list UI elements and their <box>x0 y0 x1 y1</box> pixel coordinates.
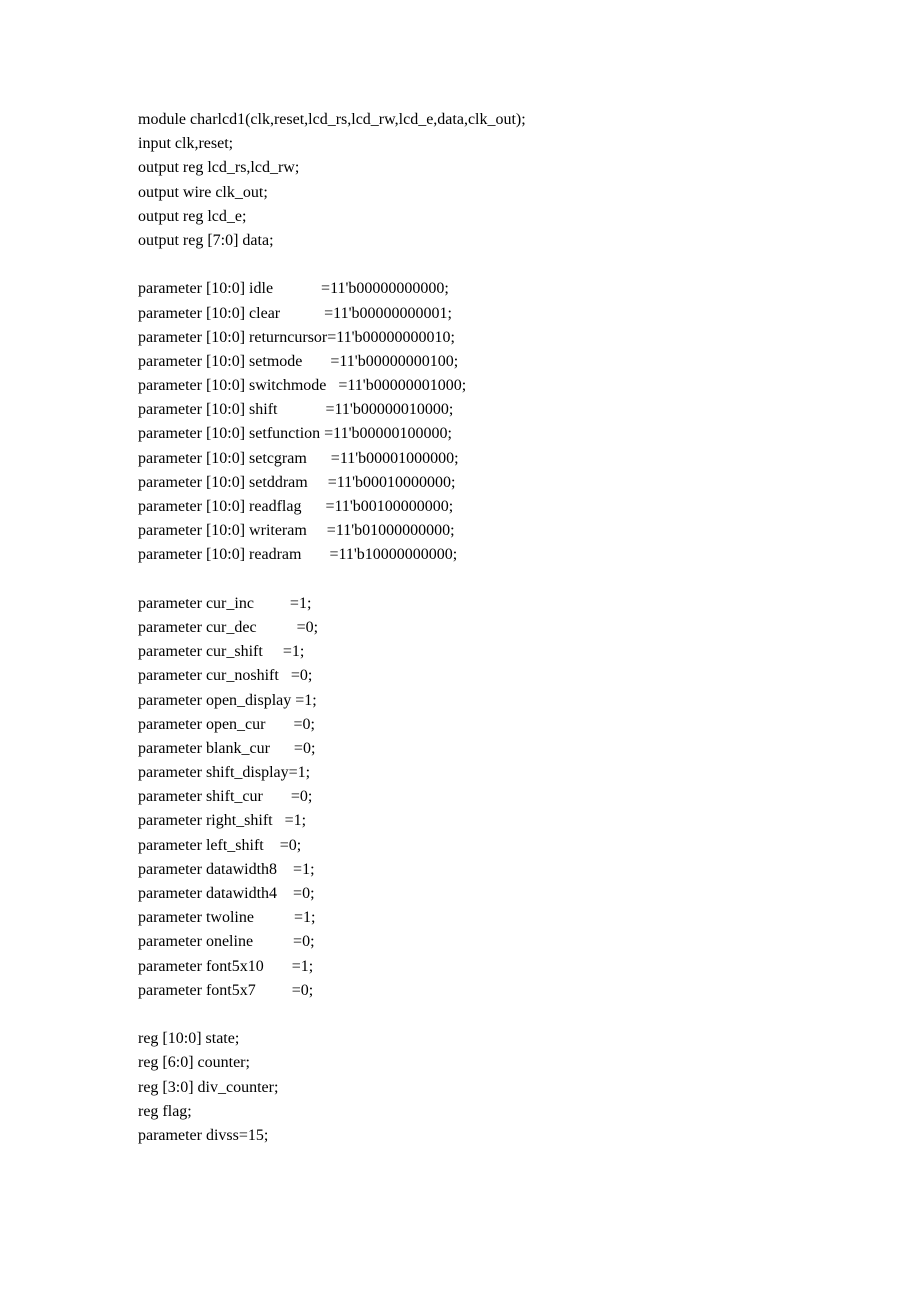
code-line: reg [10:0] state; <box>138 1030 240 1048</box>
code-line: parameter twoline =1; <box>138 909 316 927</box>
code-line: parameter [10:0] setcgram =11'b000010000… <box>138 449 459 467</box>
code-line: parameter oneline =0; <box>138 933 315 951</box>
code-line: parameter font5x7 =0; <box>138 981 314 999</box>
register-declaration-block: reg [10:0] state; reg [6:0] counter; reg [… <box>138 1027 878 1148</box>
code-line: parameter font5x10 =1; <box>138 957 314 975</box>
code-line: parameter divss=15; <box>138 1126 269 1144</box>
code-line: parameter [10:0] setmode =11'b0000000010… <box>138 352 459 370</box>
code-line: parameter right_shift =1; <box>138 812 307 830</box>
module-declaration-block: module charlcd1(clk,reset,lcd_rs,lcd_rw,… <box>138 108 878 253</box>
code-line: parameter [10:0] setfunction =11'b000001… <box>138 425 452 443</box>
code-line: parameter [10:0] setddram =11'b000100000… <box>138 473 456 491</box>
code-line: parameter open_display =1; <box>138 691 317 709</box>
code-line: parameter shift_cur =0; <box>138 788 313 806</box>
code-line: parameter [10:0] clear =11'b00000000001; <box>138 304 452 322</box>
code-line: output reg lcd_rs,lcd_rw; <box>138 159 300 177</box>
code-line: parameter [10:0] shift =11'b00000010000; <box>138 401 454 419</box>
control-parameter-block: parameter cur_inc =1; parameter cur_dec =… <box>138 592 878 1003</box>
code-line: output reg [7:0] data; <box>138 231 274 249</box>
code-line: parameter datawidth4 =0; <box>138 885 315 902</box>
code-line: output wire clk_out; <box>138 183 268 201</box>
document-page: module charlcd1(clk,reset,lcd_rs,lcd_rw,… <box>0 0 920 1302</box>
code-line: output reg lcd_e; <box>138 207 247 225</box>
code-line: parameter cur_shift =1; <box>138 643 305 661</box>
code-line: parameter blank_cur =0; <box>138 739 316 757</box>
code-line: parameter [10:0] readram =11'b1000000000… <box>138 546 458 564</box>
code-line: parameter cur_inc =1; <box>138 594 312 612</box>
code-line: parameter [10:0] writeram =11'b010000000… <box>138 522 455 540</box>
code-line: parameter [10:0] switchmode =11'b0000000… <box>138 377 467 395</box>
code-line: parameter [10:0] idle =11'b00000000000; <box>138 280 449 298</box>
code-line: parameter left_shift =0; <box>138 836 302 854</box>
code-line: reg [3:0] div_counter; <box>138 1078 279 1096</box>
code-line: parameter [10:0] returncursor=11'b000000… <box>138 328 455 346</box>
code-line: parameter cur_noshift =0; <box>138 667 313 685</box>
code-line: parameter datawidth8 =1; <box>138 860 315 878</box>
code-line: input clk,reset; <box>138 135 234 153</box>
code-line: module charlcd1(clk,reset,lcd_rs,lcd_rw,… <box>138 111 526 128</box>
code-line: parameter shift_display=1; <box>138 764 311 782</box>
code-line: reg flag; <box>138 1102 192 1120</box>
code-line: parameter open_cur =0; <box>138 715 315 733</box>
code-line: parameter [10:0] readflag =11'b001000000… <box>138 498 454 515</box>
state-parameter-block: parameter [10:0] idle =11'b00000000000; p… <box>138 277 878 567</box>
code-listing[interactable]: module charlcd1(clk,reset,lcd_rs,lcd_rw,… <box>138 108 878 1148</box>
code-line: parameter cur_dec =0; <box>138 618 319 636</box>
code-line: reg [6:0] counter; <box>138 1054 250 1072</box>
